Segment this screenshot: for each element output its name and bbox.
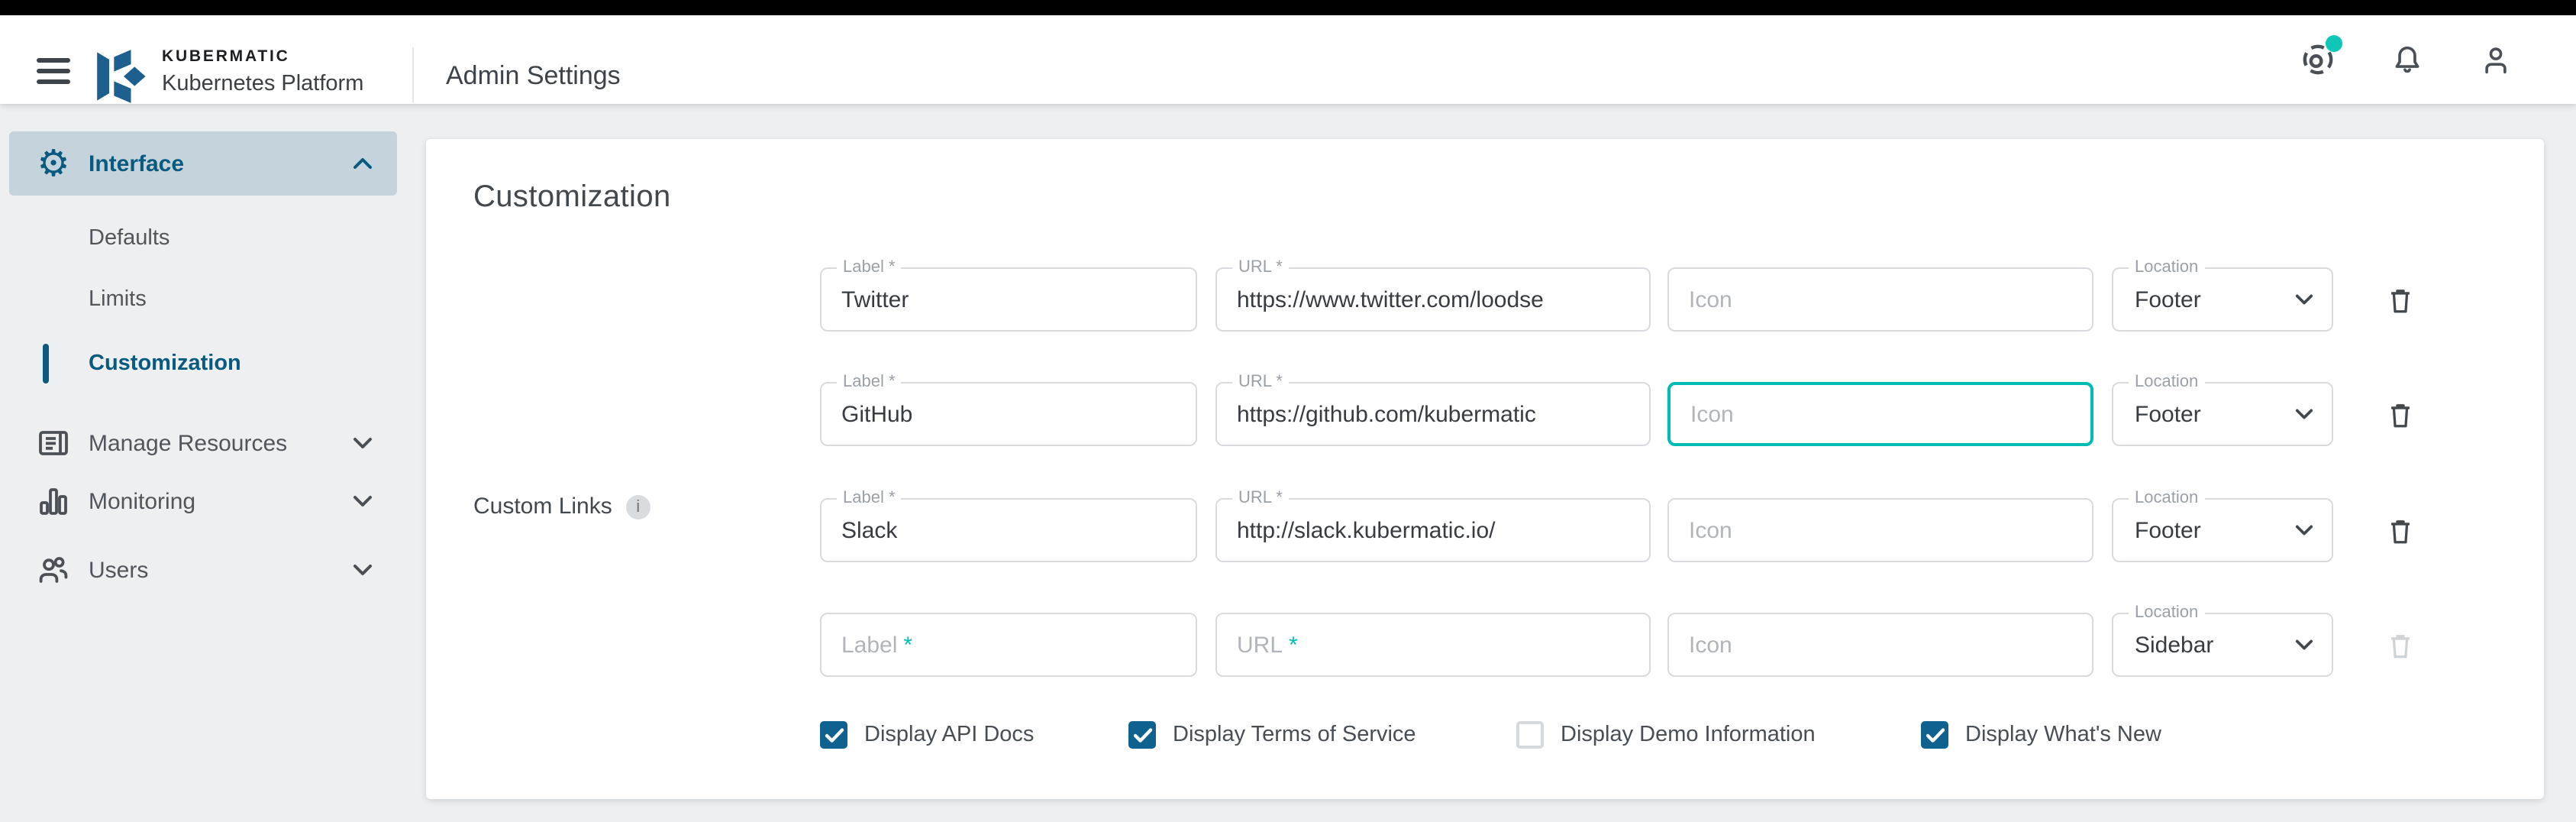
chevron-down-icon: [2295, 293, 2313, 306]
sidebar-item-manage-resources[interactable]: Manage Resources: [9, 411, 397, 475]
icon-input[interactable]: [1671, 385, 2090, 443]
delete-link-button[interactable]: [2381, 512, 2420, 552]
trash-icon: [2384, 284, 2417, 318]
bell-icon: [2389, 42, 2424, 77]
active-indicator: [43, 344, 49, 383]
url-field[interactable]: URL *: [1215, 498, 1651, 562]
url-field-empty[interactable]: URL *: [1215, 613, 1651, 677]
chevron-down-icon: [2295, 408, 2313, 420]
checkbox-checked-icon: [1921, 721, 1948, 749]
delete-link-button-disabled: [2381, 626, 2420, 666]
label-input[interactable]: [822, 500, 1196, 561]
kubermatic-logo: [95, 47, 153, 105]
chevron-down-icon: [353, 495, 373, 507]
icon-field[interactable]: [1667, 613, 2093, 677]
label-input[interactable]: [822, 269, 1196, 330]
url-field[interactable]: URL *: [1215, 267, 1651, 332]
chevron-down-icon: [353, 437, 373, 449]
icon-field-focused[interactable]: [1667, 382, 2093, 446]
notifications-button[interactable]: [2387, 40, 2426, 79]
trash-icon: [2384, 629, 2417, 663]
location-select[interactable]: Location Footer: [2112, 382, 2333, 446]
community-button[interactable]: [2298, 40, 2338, 79]
checkbox-display-terms[interactable]: Display Terms of Service: [1128, 721, 1416, 749]
custom-link-row: Label * URL * Location Footer: [426, 267, 2544, 332]
location-select[interactable]: Location Footer: [2112, 498, 2333, 562]
user-menu-button[interactable]: [2475, 40, 2515, 79]
menu-toggle-button[interactable]: [37, 58, 70, 84]
label-field[interactable]: Label *: [820, 382, 1197, 446]
trash-icon: [2384, 515, 2417, 549]
header-actions: [2298, 15, 2515, 104]
icon-field[interactable]: [1667, 267, 2093, 332]
sidebar-item-customization[interactable]: Customization: [9, 341, 397, 387]
sidebar-item-users[interactable]: Users: [9, 538, 397, 602]
checkbox-display-api-docs[interactable]: Display API Docs: [820, 721, 1034, 749]
custom-link-row-empty: Label * URL * Location Sidebar: [426, 613, 2544, 677]
trash-icon: [2384, 399, 2417, 432]
checkbox-checked-icon: [1128, 721, 1156, 749]
custom-link-row: Label * URL * Location Footer: [426, 498, 2544, 562]
bar-chart-icon: [31, 483, 76, 519]
chevron-down-icon: [2295, 524, 2313, 536]
section-heading: Customization: [473, 180, 671, 215]
custom-link-row: Label * URL * Location Footer: [426, 382, 2544, 446]
app-root: KUBERMATIC Kubernetes Platform Admin Set…: [0, 0, 2576, 822]
sidebar-item-monitoring[interactable]: Monitoring: [9, 469, 397, 533]
required-asterisk: *: [1289, 632, 1298, 658]
icon-field[interactable]: [1667, 498, 2093, 562]
delete-link-button[interactable]: [2381, 396, 2420, 435]
brand-subtitle: Kubernetes Platform: [162, 73, 363, 95]
url-input[interactable]: [1217, 269, 1649, 330]
list-table-icon: [31, 425, 76, 461]
brand-text: KUBERMATIC Kubernetes Platform: [162, 49, 363, 95]
url-input[interactable]: [1217, 383, 1649, 445]
display-options-row: Display API Docs Display Terms of Servic…: [426, 721, 2544, 752]
chevron-down-icon: [353, 564, 373, 576]
chevron-up-icon: [353, 157, 373, 170]
person-icon: [2478, 42, 2513, 77]
url-field[interactable]: URL *: [1215, 382, 1651, 446]
label-input[interactable]: [822, 383, 1196, 445]
label-field[interactable]: Label *: [820, 498, 1197, 562]
delete-link-button[interactable]: [2381, 281, 2420, 321]
app-header: KUBERMATIC Kubernetes Platform Admin Set…: [0, 15, 2576, 104]
icon-input[interactable]: [1669, 614, 2092, 675]
people-icon: [31, 552, 76, 588]
notification-dot: [2326, 35, 2342, 52]
url-input[interactable]: [1217, 500, 1649, 561]
label-field[interactable]: Label *: [820, 267, 1197, 332]
sidebar-item-limits[interactable]: Limits: [9, 277, 397, 322]
checkbox-checked-icon: [820, 721, 847, 749]
window-top-strip: [0, 0, 2576, 15]
brand-name: KUBERMATIC: [162, 49, 363, 65]
checkbox-display-whats-new[interactable]: Display What's New: [1921, 721, 2161, 749]
required-asterisk: *: [903, 632, 912, 658]
sidebar-item-label: Interface: [89, 150, 184, 176]
page-title: Admin Settings: [446, 61, 621, 92]
icon-input[interactable]: [1669, 500, 2092, 561]
checkbox-unchecked-icon: [1516, 721, 1544, 749]
location-select[interactable]: Location Sidebar: [2112, 613, 2333, 677]
gear-icon: ⚙: [31, 145, 76, 182]
checkbox-display-demo-info[interactable]: Display Demo Information: [1516, 721, 1816, 749]
chevron-down-icon: [2295, 639, 2313, 651]
icon-input[interactable]: [1669, 269, 2092, 330]
header-divider: [412, 47, 414, 102]
hamburger-icon: [37, 58, 70, 63]
location-select[interactable]: Location Footer: [2112, 267, 2333, 332]
label-field-empty[interactable]: Label *: [820, 613, 1197, 677]
sidebar-item-interface[interactable]: ⚙ Interface: [9, 131, 397, 196]
customization-card: Customization Custom Links i Label * URL…: [426, 139, 2544, 799]
sidebar-item-defaults[interactable]: Defaults: [9, 215, 397, 261]
